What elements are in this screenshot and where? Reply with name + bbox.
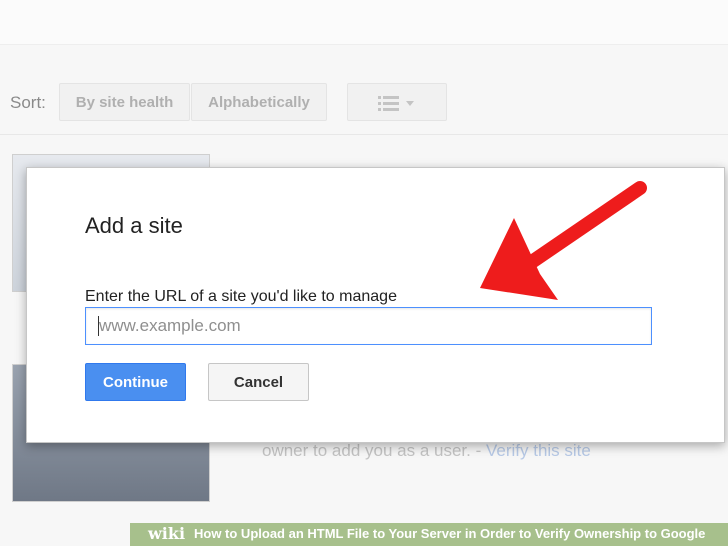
text-cursor [98, 316, 99, 336]
list-view-icon [378, 96, 414, 111]
sort-alphabetically-button[interactable]: Alphabetically [191, 83, 327, 121]
cancel-button[interactable]: Cancel [208, 363, 309, 401]
verify-site-link[interactable]: Verify this site [486, 441, 591, 460]
divider [0, 134, 728, 135]
article-title: How to Upload an HTML File to Your Serve… [194, 526, 706, 541]
red-arrow-annotation [480, 178, 650, 300]
view-options-button[interactable] [347, 83, 447, 121]
wikihow-logo: wiki [148, 524, 186, 543]
background-site-message: owner to add you as a user. - Verify thi… [262, 441, 591, 461]
site-url-input[interactable] [85, 307, 652, 345]
sort-bar: Sort: By site health Alphabetically [0, 82, 728, 124]
chevron-down-icon [406, 101, 414, 106]
owner-text: owner to add you as a user. - [262, 441, 482, 460]
footer-bar: wiki How to Upload an HTML File to Your … [130, 523, 728, 546]
url-label: Enter the URL of a site you'd like to ma… [85, 288, 397, 305]
sort-label: Sort: [10, 93, 46, 112]
top-band [0, 0, 728, 45]
sort-by-site-health-button[interactable]: By site health [59, 83, 190, 121]
dialog-title: Add a site [85, 213, 183, 238]
continue-button[interactable]: Continue [85, 363, 186, 401]
